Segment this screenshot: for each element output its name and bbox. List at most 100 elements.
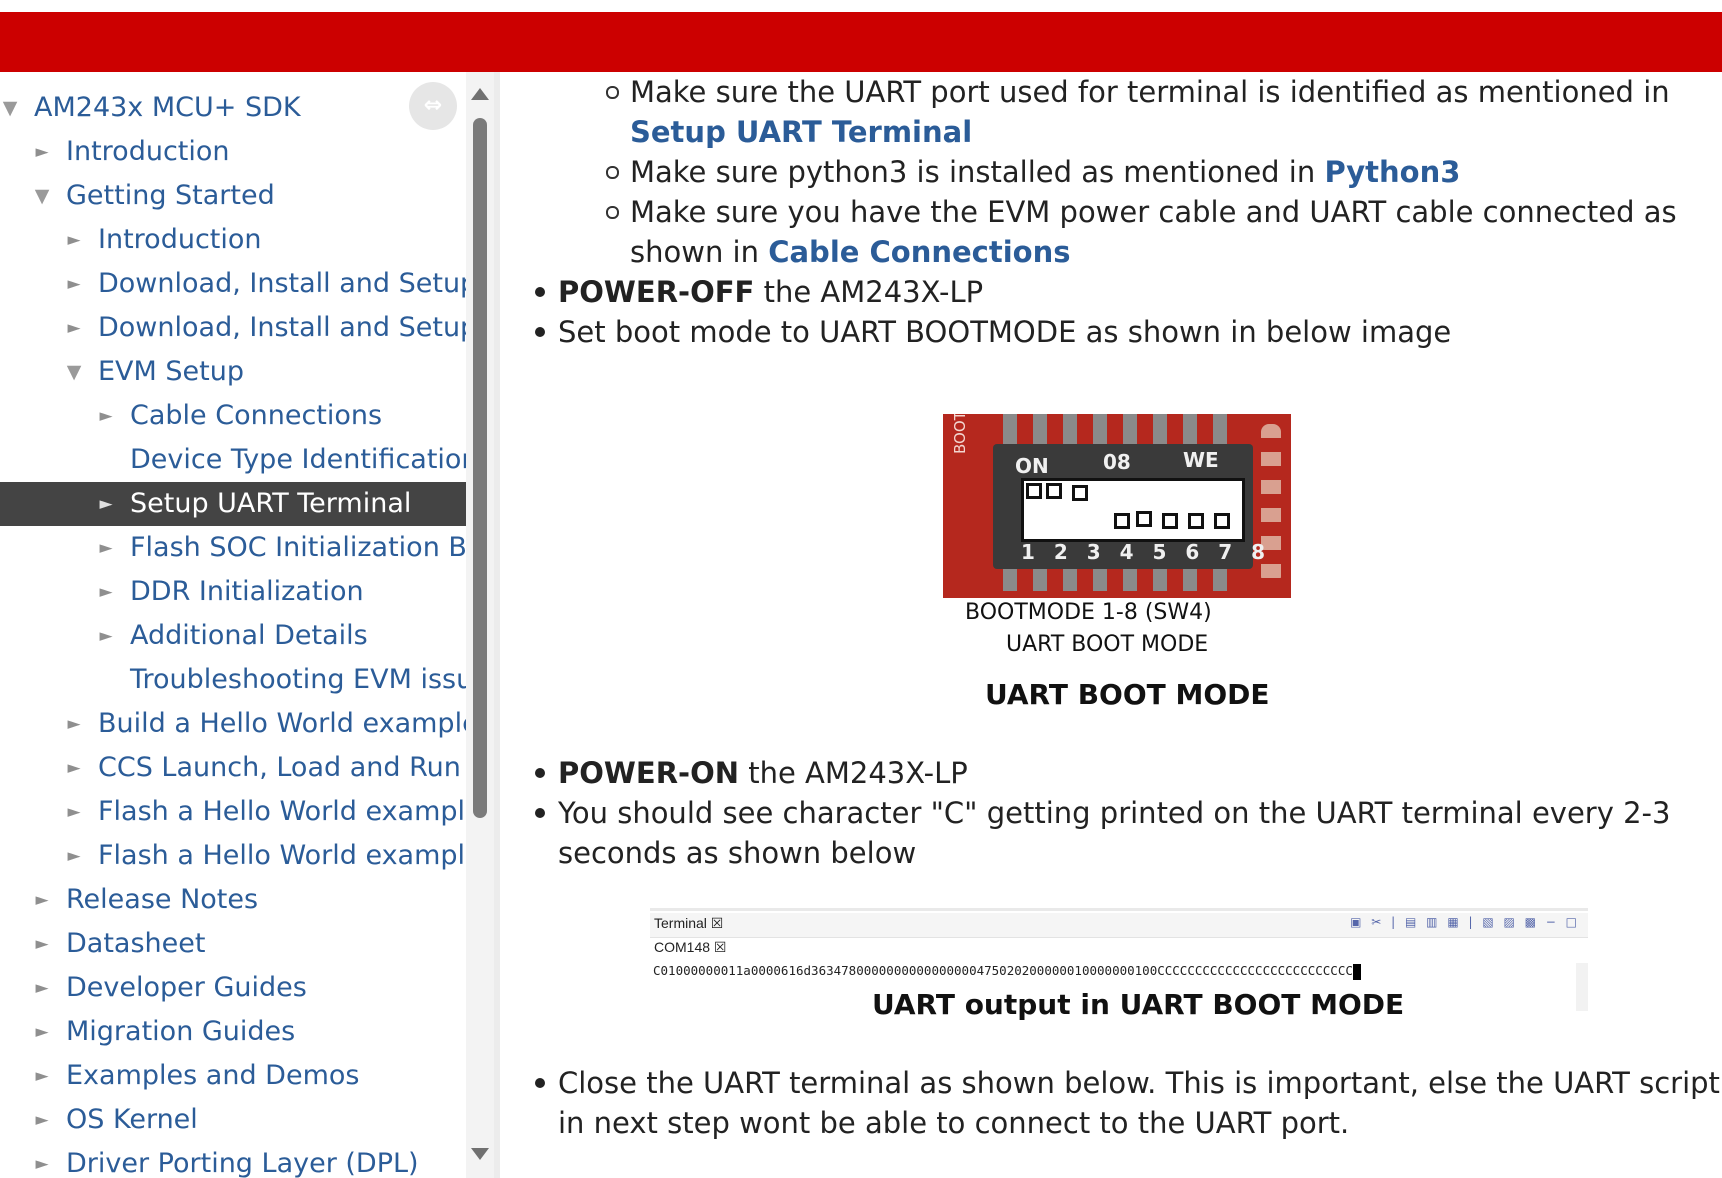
bullet [535,768,545,778]
image-caption-line: UART BOOT MODE [1006,632,1209,657]
nav-item[interactable]: ► Migration Guides [0,1010,466,1054]
expand-arrow-icon[interactable]: ▼ [32,174,52,218]
com-port-tab: COM148 ☒ [654,939,727,955]
nav-item[interactable]: ► Download, Install and Setup C [0,306,466,350]
nav-item-label: AM243x MCU+ SDK [34,92,301,123]
sidebar: ▼ AM243x MCU+ SDK ► Introduction ▼ Getting St… [0,72,466,1178]
nav-item[interactable]: Troubleshooting EVM issue [0,658,466,702]
figure-caption: UART output in UART BOOT MODE [872,988,1405,1021]
nav-item[interactable]: ▼ EVM Setup [0,350,466,394]
nav-item-label: DDR Initialization [130,576,364,607]
collapse-arrow-icon[interactable]: ► [96,482,116,526]
bullet-bold-text: POWER-OFF [558,275,755,309]
bullet-text-part: the AM243X-LP [739,756,968,790]
sub-item-text: Make sure you have the EVM power cable a… [630,195,1677,229]
collapse-arrow-icon[interactable]: ► [64,790,84,834]
nav-item-label: Flash a Hello World example u [98,840,466,871]
scroll-down-arrow-icon[interactable] [471,1148,489,1160]
collapse-arrow-icon[interactable]: ► [64,702,84,746]
terminal-scrollbar [1576,963,1588,1011]
switch-position [1072,485,1088,501]
switch-position [1188,513,1204,529]
collapse-arrow-icon[interactable]: ► [96,614,116,658]
switch-highlight-box [1021,478,1245,542]
nav-item[interactable]: ▼ AM243x MCU+ SDK [0,86,466,130]
bullet-bold-text: POWER-ON [558,756,739,790]
main-content: Make sure the UART port used for termina… [500,72,1722,1178]
nav-item[interactable]: ► Introduction [0,130,466,174]
nav-item[interactable]: ► Build a Hello World example [0,702,466,746]
collapse-arrow-icon[interactable]: ► [32,1142,52,1178]
nav-item[interactable]: ► Cable Connections [0,394,466,438]
collapse-arrow-icon[interactable]: ► [32,1054,52,1098]
nav-item[interactable]: ► Download, Install and Setup S [0,262,466,306]
nav-item[interactable]: Device Type Identification [0,438,466,482]
switch-we-label: WE [1183,448,1219,472]
switch-08-label: 08 [1103,450,1131,474]
bullet [535,808,545,818]
sidebar-collapse-icon[interactable]: ⇔ [409,82,457,130]
nav-item[interactable]: ► Flash a Hello World example [0,790,466,834]
collapse-arrow-icon[interactable]: ► [32,878,52,922]
switch-position [1026,483,1042,499]
collapse-arrow-icon[interactable]: ► [64,262,84,306]
nav-item[interactable]: ► Developer Guides [0,966,466,1010]
nav-item-label: Additional Details [130,620,368,651]
nav-item-label: Developer Guides [66,972,307,1003]
nav-item-label: Migration Guides [66,1016,296,1047]
switch-position [1162,513,1178,529]
nav-item-label: Flash SOC Initialization Bina [130,532,466,563]
bullet-text: POWER-OFF the AM243X-LP [558,270,983,314]
collapse-arrow-icon[interactable]: ► [64,834,84,878]
nav-item[interactable]: ► CCS Launch, Load and Run [0,746,466,790]
sidebar-scrollbar-thumb[interactable] [473,118,487,818]
nav-item[interactable]: ► OS Kernel [0,1098,466,1142]
link-setup-uart-terminal[interactable]: Setup UART Terminal [630,110,972,154]
collapse-arrow-icon[interactable]: ► [96,526,116,570]
bullet-text: Close the UART terminal as shown below. … [558,1066,1720,1100]
nav-item-label: Device Type Identification [130,444,466,475]
nav-item[interactable]: ► DDR Initialization [0,570,466,614]
collapse-arrow-icon[interactable]: ► [64,746,84,790]
nav-item-label: Troubleshooting EVM issue [130,664,466,695]
collapse-arrow-icon[interactable]: ► [32,966,52,1010]
nav-item[interactable]: ► Release Notes [0,878,466,922]
expand-arrow-icon[interactable]: ▼ [64,350,84,394]
switch-position [1214,513,1230,529]
nav-item[interactable]: ► Examples and Demos [0,1054,466,1098]
nav-item-label: Datasheet [66,928,206,959]
nav-item-label: Getting Started [66,180,275,211]
nav-item-label: Introduction [98,224,262,255]
link-cable-connections[interactable]: Cable Connections [768,235,1070,269]
collapse-arrow-icon[interactable]: ► [64,218,84,262]
nav-item[interactable]: ► Driver Porting Layer (DPL) [0,1142,466,1178]
switch-numbers: 1 2 3 4 5 6 7 8 [1021,540,1272,564]
nav-item[interactable]: ► Introduction [0,218,466,262]
sub-item-text-part: Make sure python3 is installed as mentio… [630,155,1325,189]
collapse-arrow-icon[interactable]: ► [32,1098,52,1142]
terminal-toolbar-icons: ▣ ✂ | ▤ ▥ ▦ | ▧ ▨ ▩ − □ [1350,915,1580,929]
nav-item[interactable]: ► Datasheet [0,922,466,966]
collapse-arrow-icon[interactable]: ► [96,570,116,614]
nav-item[interactable]: ► Additional Details [0,614,466,658]
scroll-up-arrow-icon[interactable] [471,88,489,100]
site-header [0,12,1722,72]
collapse-arrow-icon[interactable]: ► [32,130,52,174]
collapse-arrow-icon[interactable]: ► [96,394,116,438]
nav-item[interactable]: ► Flash a Hello World example u [0,834,466,878]
nav-tree: ▼ AM243x MCU+ SDK ► Introduction ▼ Getting St… [0,86,466,1178]
link-python3[interactable]: Python3 [1324,155,1460,189]
switch-position [1136,511,1152,527]
nav-item[interactable]: ▼ Getting Started [0,174,466,218]
figure-caption: UART BOOT MODE [985,678,1270,711]
collapse-arrow-icon[interactable]: ► [32,922,52,966]
nav-item[interactable]: ► Flash SOC Initialization Bina [0,526,466,570]
nav-item[interactable]: ► Setup UART Terminal [0,482,466,526]
terminal-output: C01000000011a0000616d3634780000000000000… [653,963,1361,980]
collapse-arrow-icon[interactable]: ► [32,1010,52,1054]
image-caption-line: BOOTMODE 1-8 (SW4) [965,600,1212,625]
collapse-arrow-icon[interactable]: ► [64,306,84,350]
switch-on-label: ON [1015,454,1049,478]
expand-arrow-icon[interactable]: ▼ [0,86,20,130]
bullet-text: seconds as shown below [558,836,917,870]
